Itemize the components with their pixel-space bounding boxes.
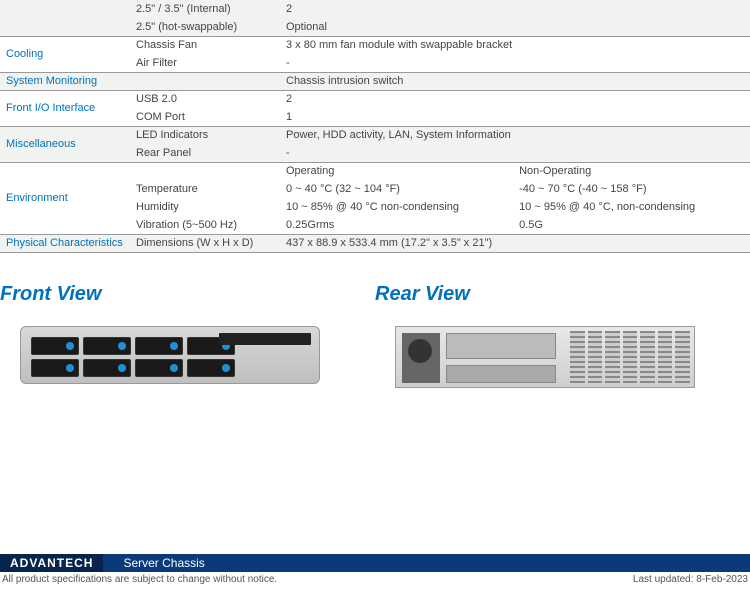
frontio-com-sub: COM Port bbox=[130, 108, 280, 126]
frontio-usb-row: Front I/O Interface USB 2.0 2 bbox=[0, 90, 750, 108]
env-label: Environment bbox=[0, 162, 130, 234]
rear-view-image bbox=[395, 326, 695, 388]
footer-category: Server Chassis bbox=[103, 556, 204, 570]
env-vib-op: 0.25Grms bbox=[280, 216, 513, 234]
env-vib-sub: Vibration (5~500 Hz) bbox=[130, 216, 280, 234]
env-head-nop: Non-Operating bbox=[513, 162, 750, 180]
phys-val: 437 x 88.9 x 533.4 mm (17.2" x 3.5" x 21… bbox=[280, 234, 750, 252]
footer-disclaimer: All product specifications are subject t… bbox=[2, 574, 277, 585]
storage-internal-row: 2.5" / 3.5" (Internal) 2 bbox=[0, 0, 750, 18]
frontio-usb-sub: USB 2.0 bbox=[130, 90, 280, 108]
cooling-fan-row: Cooling Chassis Fan 3 x 80 mm fan module… bbox=[0, 36, 750, 54]
views-section: Front View Rear View bbox=[0, 283, 750, 388]
phys-sub: Dimensions (W x H x D) bbox=[130, 234, 280, 252]
storage-hotswap-val: Optional bbox=[280, 18, 750, 36]
env-temp-sub: Temperature bbox=[130, 180, 280, 198]
env-hum-sub: Humidity bbox=[130, 198, 280, 216]
phys-label: Physical Characteristics bbox=[0, 234, 130, 252]
monitoring-row: System Monitoring Chassis intrusion swit… bbox=[0, 72, 750, 90]
misc-led-val: Power, HDD activity, LAN, System Informa… bbox=[280, 126, 750, 144]
monitoring-val: Chassis intrusion switch bbox=[280, 72, 750, 90]
brand-logo: ADVANTECH bbox=[0, 554, 103, 572]
env-hum-nop: 10 ~ 95% @ 40 °C, non-condensing bbox=[513, 198, 750, 216]
frontio-com-val: 1 bbox=[280, 108, 750, 126]
misc-led-row: Miscellaneous LED Indicators Power, HDD … bbox=[0, 126, 750, 144]
cooling-filter-sub: Air Filter bbox=[130, 54, 280, 72]
cooling-label: Cooling bbox=[0, 36, 130, 72]
misc-rear-val: - bbox=[280, 144, 750, 162]
frontio-label: Front I/O Interface bbox=[0, 90, 130, 126]
misc-led-sub: LED Indicators bbox=[130, 126, 280, 144]
rear-view-title: Rear View bbox=[375, 283, 750, 306]
storage-hotswap-row: 2.5" (hot-swappable) Optional bbox=[0, 18, 750, 36]
storage-hotswap-sub: 2.5" (hot-swappable) bbox=[130, 18, 280, 36]
misc-rear-sub: Rear Panel bbox=[130, 144, 280, 162]
storage-internal-val: 2 bbox=[280, 0, 750, 18]
env-temp-op: 0 ~ 40 °C (32 ~ 104 °F) bbox=[280, 180, 513, 198]
front-view-image bbox=[20, 326, 320, 384]
env-temp-nop: -40 ~ 70 °C (-40 ~ 158 °F) bbox=[513, 180, 750, 198]
spec-table: 2.5" / 3.5" (Internal) 2 2.5" (hot-swapp… bbox=[0, 0, 750, 253]
misc-label: Miscellaneous bbox=[0, 126, 130, 162]
monitoring-label: System Monitoring bbox=[0, 72, 130, 90]
cooling-filter-val: - bbox=[280, 54, 750, 72]
env-head-op: Operating bbox=[280, 162, 513, 180]
frontio-usb-val: 2 bbox=[280, 90, 750, 108]
footer: ADVANTECH Server Chassis All product spe… bbox=[0, 554, 750, 585]
footer-updated: Last updated: 8-Feb-2023 bbox=[633, 574, 748, 585]
phys-row: Physical Characteristics Dimensions (W x… bbox=[0, 234, 750, 252]
front-view-title: Front View bbox=[0, 283, 375, 306]
env-vib-nop: 0.5G bbox=[513, 216, 750, 234]
cooling-fan-sub: Chassis Fan bbox=[130, 36, 280, 54]
env-hum-op: 10 ~ 85% @ 40 °C non-condensing bbox=[280, 198, 513, 216]
storage-internal-sub: 2.5" / 3.5" (Internal) bbox=[130, 0, 280, 18]
env-head-row: Environment Operating Non-Operating bbox=[0, 162, 750, 180]
cooling-fan-val: 3 x 80 mm fan module with swappable brac… bbox=[280, 36, 750, 54]
